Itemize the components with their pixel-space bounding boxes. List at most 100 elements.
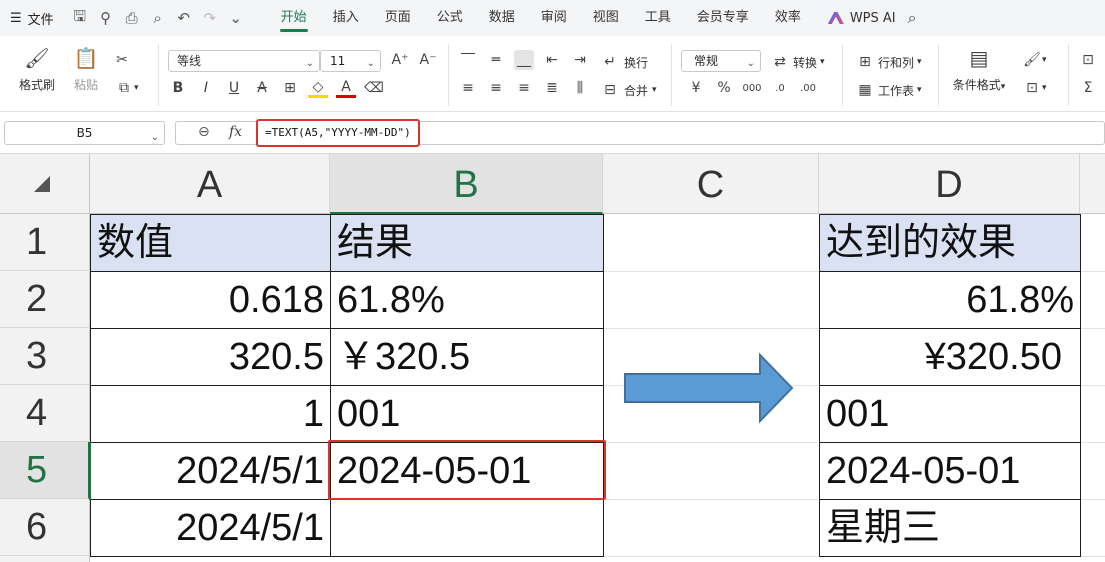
tab-data[interactable]: 数据 <box>476 0 528 36</box>
column-header-a[interactable]: A <box>90 154 330 214</box>
chevron-down-icon: ▾ <box>917 57 922 67</box>
column-header-c[interactable]: C <box>603 154 819 214</box>
percent-icon[interactable]: % <box>714 78 734 98</box>
sum-button[interactable]: Σ <box>1078 78 1098 98</box>
vertical-align-group: ⎺ ═ ⎽ ⇤ ⇥ <box>458 50 590 70</box>
column-header-d[interactable]: D <box>819 154 1080 214</box>
print-icon[interactable]: ⎙ <box>122 9 142 27</box>
underline-icon[interactable]: U <box>224 78 244 98</box>
column-header-b[interactable]: B <box>330 154 603 214</box>
align-bottom-icon[interactable]: ⎽ <box>514 50 534 70</box>
row-header-1[interactable]: 1 <box>0 214 90 271</box>
row-header-3[interactable]: 3 <box>0 328 90 385</box>
cell-d2[interactable]: 61.8% <box>819 272 1081 329</box>
right-arrow-icon <box>624 352 794 424</box>
cut-button[interactable]: ✂ <box>112 50 132 70</box>
decrease-font-icon[interactable]: A⁻ <box>418 50 438 70</box>
align-left-icon[interactable]: ≡ <box>458 78 478 98</box>
align-middle-icon[interactable]: ═ <box>486 50 506 70</box>
conditional-format-button[interactable]: ▤ 条件格式▾ <box>948 44 1010 93</box>
copy-button[interactable]: ⧉ ▾ <box>114 78 139 98</box>
merge-button[interactable]: ⊟ 合并 ▾ <box>600 80 656 100</box>
tab-view[interactable]: 视图 <box>580 0 632 36</box>
format-painter-button[interactable]: 🖌 格式刷 <box>14 44 60 93</box>
number-format-select[interactable]: 常规 ⌄ <box>681 50 761 72</box>
cell-d3[interactable]: ¥320.50 <box>819 329 1081 386</box>
column-header-e[interactable] <box>1080 154 1105 214</box>
justify-icon[interactable]: ≣ <box>542 78 562 98</box>
name-box[interactable]: B5 ⌄ <box>4 121 165 145</box>
file-menu[interactable]: ☰ 文件 <box>0 9 64 28</box>
increase-decimal-icon[interactable]: .0 <box>770 78 790 98</box>
print-preview-icon[interactable]: ⌕ <box>148 9 168 27</box>
cell-a5[interactable]: 2024/5/1 <box>90 443 331 500</box>
cell-d5[interactable]: 2024-05-01 <box>819 443 1081 500</box>
cell-b3[interactable]: ￥320.5 <box>331 329 604 386</box>
cell-a1[interactable]: 数值 <box>90 214 331 272</box>
symbol-button[interactable]: ⊡ <box>1078 50 1098 70</box>
cell-d6[interactable]: 星期三 <box>819 500 1081 557</box>
tab-page[interactable]: 页面 <box>372 0 424 36</box>
cell-style-button[interactable]: 🖌 ▾ <box>1022 50 1046 70</box>
formula-text[interactable]: =TEXT(A5,"YYYY-MM-DD") <box>256 119 420 147</box>
wps-ai-button[interactable]: WPS AI <box>827 11 896 26</box>
cell-d4[interactable]: 001 <box>819 386 1081 443</box>
save-icon[interactable]: 🖫 <box>70 6 90 31</box>
cell-a3[interactable]: 320.5 <box>90 329 331 386</box>
strikethrough-icon[interactable]: A <box>252 78 272 98</box>
fill-color-icon[interactable]: ◇ <box>308 78 328 98</box>
redo-icon[interactable]: ↷ <box>200 9 220 27</box>
convert-button[interactable]: ⇄ 转换 ▾ <box>770 52 824 72</box>
row-header-7[interactable] <box>0 556 90 562</box>
rows-cols-button[interactable]: ⊞ 行和列 ▾ <box>855 52 922 72</box>
cell-a4[interactable]: 1 <box>90 386 331 443</box>
fill-button[interactable]: ⊡ ▾ <box>1022 78 1046 98</box>
align-right-icon[interactable]: ≡ <box>514 78 534 98</box>
cell-d1[interactable]: 达到的效果 <box>819 214 1081 272</box>
align-center-icon[interactable]: ≡ <box>486 78 506 98</box>
cell-b1[interactable]: 结果 <box>331 214 604 272</box>
thousands-icon[interactable]: 000 <box>742 78 762 98</box>
cell-b6[interactable] <box>331 500 604 557</box>
cell-a6[interactable]: 2024/5/1 <box>90 500 331 557</box>
clear-format-icon[interactable]: ⌫ <box>364 78 384 98</box>
tab-review[interactable]: 审阅 <box>528 0 580 36</box>
tab-tools[interactable]: 工具 <box>632 0 684 36</box>
fx-icon[interactable]: fx <box>229 124 242 140</box>
cell-b2[interactable]: 61.8% <box>331 272 604 329</box>
search-icon[interactable]: ⌕ <box>908 8 917 28</box>
row-header-5[interactable]: 5 <box>0 442 90 499</box>
tab-efficiency[interactable]: 效率 <box>762 0 814 36</box>
zoom-formula-icon[interactable]: ⊖ <box>198 124 210 140</box>
increase-indent-icon[interactable]: ⇥ <box>570 50 590 70</box>
font-color-icon[interactable]: A <box>336 78 356 98</box>
align-top-icon[interactable]: ⎺ <box>458 50 478 70</box>
tab-formulas[interactable]: 公式 <box>424 0 476 36</box>
font-name-select[interactable]: 等线 ⌄ <box>168 50 320 72</box>
worksheet-button[interactable]: ▦ 工作表 ▾ <box>855 80 921 100</box>
formula-bar: B5 ⌄ ⊖ fx =TEXT(A5,"YYYY-MM-DD") <box>0 112 1105 154</box>
italic-icon[interactable]: I <box>196 78 216 98</box>
distribute-icon[interactable]: ⫼ <box>570 78 590 98</box>
select-all-corner[interactable] <box>0 154 90 214</box>
font-size-select[interactable]: 11 ⌄ <box>320 50 381 72</box>
row-header-6[interactable]: 6 <box>0 499 90 556</box>
cell-b4[interactable]: 001 <box>331 386 604 443</box>
undo-icon[interactable]: ↶ <box>174 9 194 27</box>
row-header-2[interactable]: 2 <box>0 271 90 328</box>
paste-button[interactable]: 📋 粘贴 <box>66 44 106 93</box>
tab-member[interactable]: 会员专享 <box>684 0 762 36</box>
decrease-decimal-icon[interactable]: .00 <box>798 78 818 98</box>
tab-home[interactable]: 开始 <box>268 0 320 36</box>
bold-icon[interactable]: B <box>168 78 188 98</box>
chevron-down-icon[interactable]: ⌄ <box>226 9 246 27</box>
tab-insert[interactable]: 插入 <box>320 0 372 36</box>
row-header-4[interactable]: 4 <box>0 385 90 442</box>
find-icon[interactable]: ⚲ <box>96 9 116 27</box>
decrease-indent-icon[interactable]: ⇤ <box>542 50 562 70</box>
currency-icon[interactable]: ¥ <box>686 78 706 98</box>
wrap-text-button[interactable]: ↵ 换行 <box>600 52 648 72</box>
border-icon[interactable]: ⊞ <box>280 78 300 98</box>
increase-font-icon[interactable]: A⁺ <box>390 50 410 70</box>
cell-a2[interactable]: 0.618 <box>90 272 331 329</box>
